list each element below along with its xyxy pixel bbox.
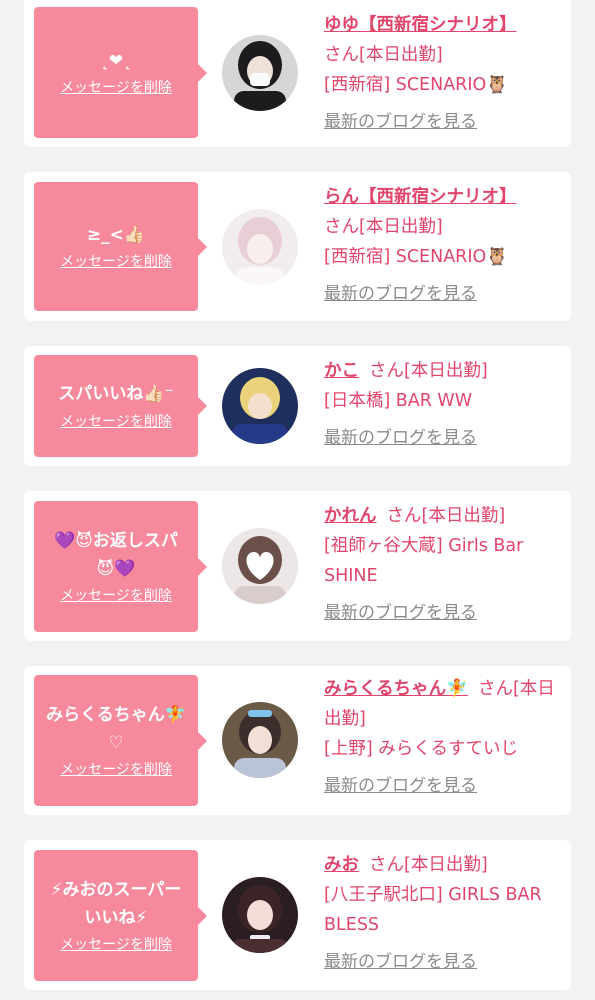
message-card: ˛❤˛ メッセージを削除 ゆゆ【西新宿シナリオ】 さん[本日出勤] [西新宿] … <box>24 0 571 147</box>
message-text-line-2: ♡ <box>108 732 124 753</box>
message-bubble: ⚡みおのスーパー いいね⚡ メッセージを削除 <box>34 850 207 981</box>
message-bubble: 💜😈お返しスパ 😈💜 メッセージを削除 <box>34 501 207 632</box>
message-text-line-1: 💜😈お返しスパ <box>54 531 178 552</box>
girl-name-link[interactable]: みお <box>324 855 359 875</box>
girl-name-link[interactable]: らん【西新宿シナリオ】 <box>324 187 517 207</box>
message-card: 💜😈お返しスパ 😈💜 メッセージを削除 かれん さん[本日出勤] [祖師ヶ谷大蔵]… <box>24 491 571 641</box>
avatar[interactable] <box>222 368 298 444</box>
delete-message-link[interactable]: メッセージを削除 <box>60 934 172 954</box>
status-text: さん[本日出勤] <box>369 361 488 381</box>
avatar[interactable] <box>222 528 298 604</box>
girl-info: みらくるちゃん🧚 さん[本日出勤] [上野] みらくるすていじ 最新のブログを見る <box>324 674 561 802</box>
status-text: さん[本日出勤] <box>369 855 488 875</box>
delete-message-link[interactable]: メッセージを削除 <box>60 251 172 271</box>
status-text: さん[本日出勤] <box>324 45 443 66</box>
latest-blog-link[interactable]: 最新のブログを見る <box>324 599 477 628</box>
girl-name-link[interactable]: かこ <box>324 361 359 381</box>
message-text: スパいいね👍🏻⁻ <box>58 384 174 405</box>
latest-blog-link[interactable]: 最新のブログを見る <box>324 424 477 453</box>
avatar[interactable] <box>222 877 298 953</box>
message-bubble: ˛❤˛ メッセージを削除 <box>34 7 207 138</box>
avatar[interactable] <box>222 209 298 285</box>
girl-info: かれん さん[本日出勤] [祖師ヶ谷大蔵] Girls Bar SHINE 最新の… <box>324 501 561 629</box>
message-card: みらくるちゃん🧚 ♡ メッセージを削除 みらくるちゃん🧚 さん[本日出勤] [上野… <box>24 666 571 815</box>
latest-blog-link[interactable]: 最新のブログを見る <box>324 280 477 309</box>
message-text-line-2: 😈💜 <box>96 558 136 579</box>
status-text: さん[本日出勤] <box>386 506 506 526</box>
shop-name: [西新宿] SCENARIO🦉 <box>324 247 509 268</box>
status-text: さん[本日出勤] <box>324 217 443 238</box>
shop-name: [祖師ヶ谷大蔵] Girls Bar SHINE <box>324 536 524 587</box>
latest-blog-link[interactable]: 最新のブログを見る <box>324 948 477 977</box>
girl-name-link[interactable]: ゆゆ【西新宿シナリオ】 <box>324 15 517 35</box>
girl-info: みお さん[本日出勤] [八王子駅北口] GIRLS BAR BLESS 最新のブ… <box>324 850 561 978</box>
girl-info: らん【西新宿シナリオ】 さん[本日出勤] [西新宿] SCENARIO🦉 最新の… <box>324 182 561 310</box>
delete-message-link[interactable]: メッセージを削除 <box>60 759 172 779</box>
latest-blog-link[interactable]: 最新のブログを見る <box>324 772 477 801</box>
shop-name: [上野] みらくるすていじ <box>324 739 519 760</box>
message-bubble: スパいいね👍🏻⁻ メッセージを削除 <box>34 355 207 457</box>
girl-name-link[interactable]: かれん <box>324 506 377 526</box>
avatar[interactable] <box>222 702 298 778</box>
message-card: スパいいね👍🏻⁻ メッセージを削除 かこ さん[本日出勤] [日本橋] BAR W… <box>24 346 571 466</box>
girl-info: かこ さん[本日出勤] [日本橋] BAR WW 最新のブログを見る <box>324 356 561 453</box>
latest-blog-link[interactable]: 最新のブログを見る <box>324 108 477 137</box>
shop-name: [八王子駅北口] GIRLS BAR BLESS <box>324 885 542 936</box>
shop-name: [日本橋] BAR WW <box>324 391 473 412</box>
shop-name: [西新宿] SCENARIO🦉 <box>324 75 509 96</box>
girl-name-link[interactable]: みらくるちゃん🧚 <box>324 679 468 699</box>
delete-message-link[interactable]: メッセージを削除 <box>60 411 172 431</box>
message-card: ≥_<👍🏻 メッセージを削除 らん【西新宿シナリオ】 さん[本日出勤] [西新宿… <box>24 172 571 321</box>
message-text: ˛❤˛ <box>100 50 132 71</box>
avatar[interactable] <box>222 35 298 111</box>
message-text: ≥_<👍🏻 <box>86 224 146 245</box>
delete-message-link[interactable]: メッセージを削除 <box>60 77 172 97</box>
message-bubble: みらくるちゃん🧚 ♡ メッセージを削除 <box>34 675 207 806</box>
message-bubble: ≥_<👍🏻 メッセージを削除 <box>34 182 207 311</box>
delete-message-link[interactable]: メッセージを削除 <box>60 585 172 605</box>
girl-info: ゆゆ【西新宿シナリオ】 さん[本日出勤] [西新宿] SCENARIO🦉 最新の… <box>324 10 561 138</box>
message-text-line-2: いいね⚡ <box>84 907 148 928</box>
message-text-line-1: ⚡みおのスーパー <box>50 880 182 901</box>
message-text-line-1: みらくるちゃん🧚 <box>46 705 186 726</box>
message-card: ⚡みおのスーパー いいね⚡ メッセージを削除 みお さん[本日出勤] [八王子駅北… <box>24 840 571 990</box>
